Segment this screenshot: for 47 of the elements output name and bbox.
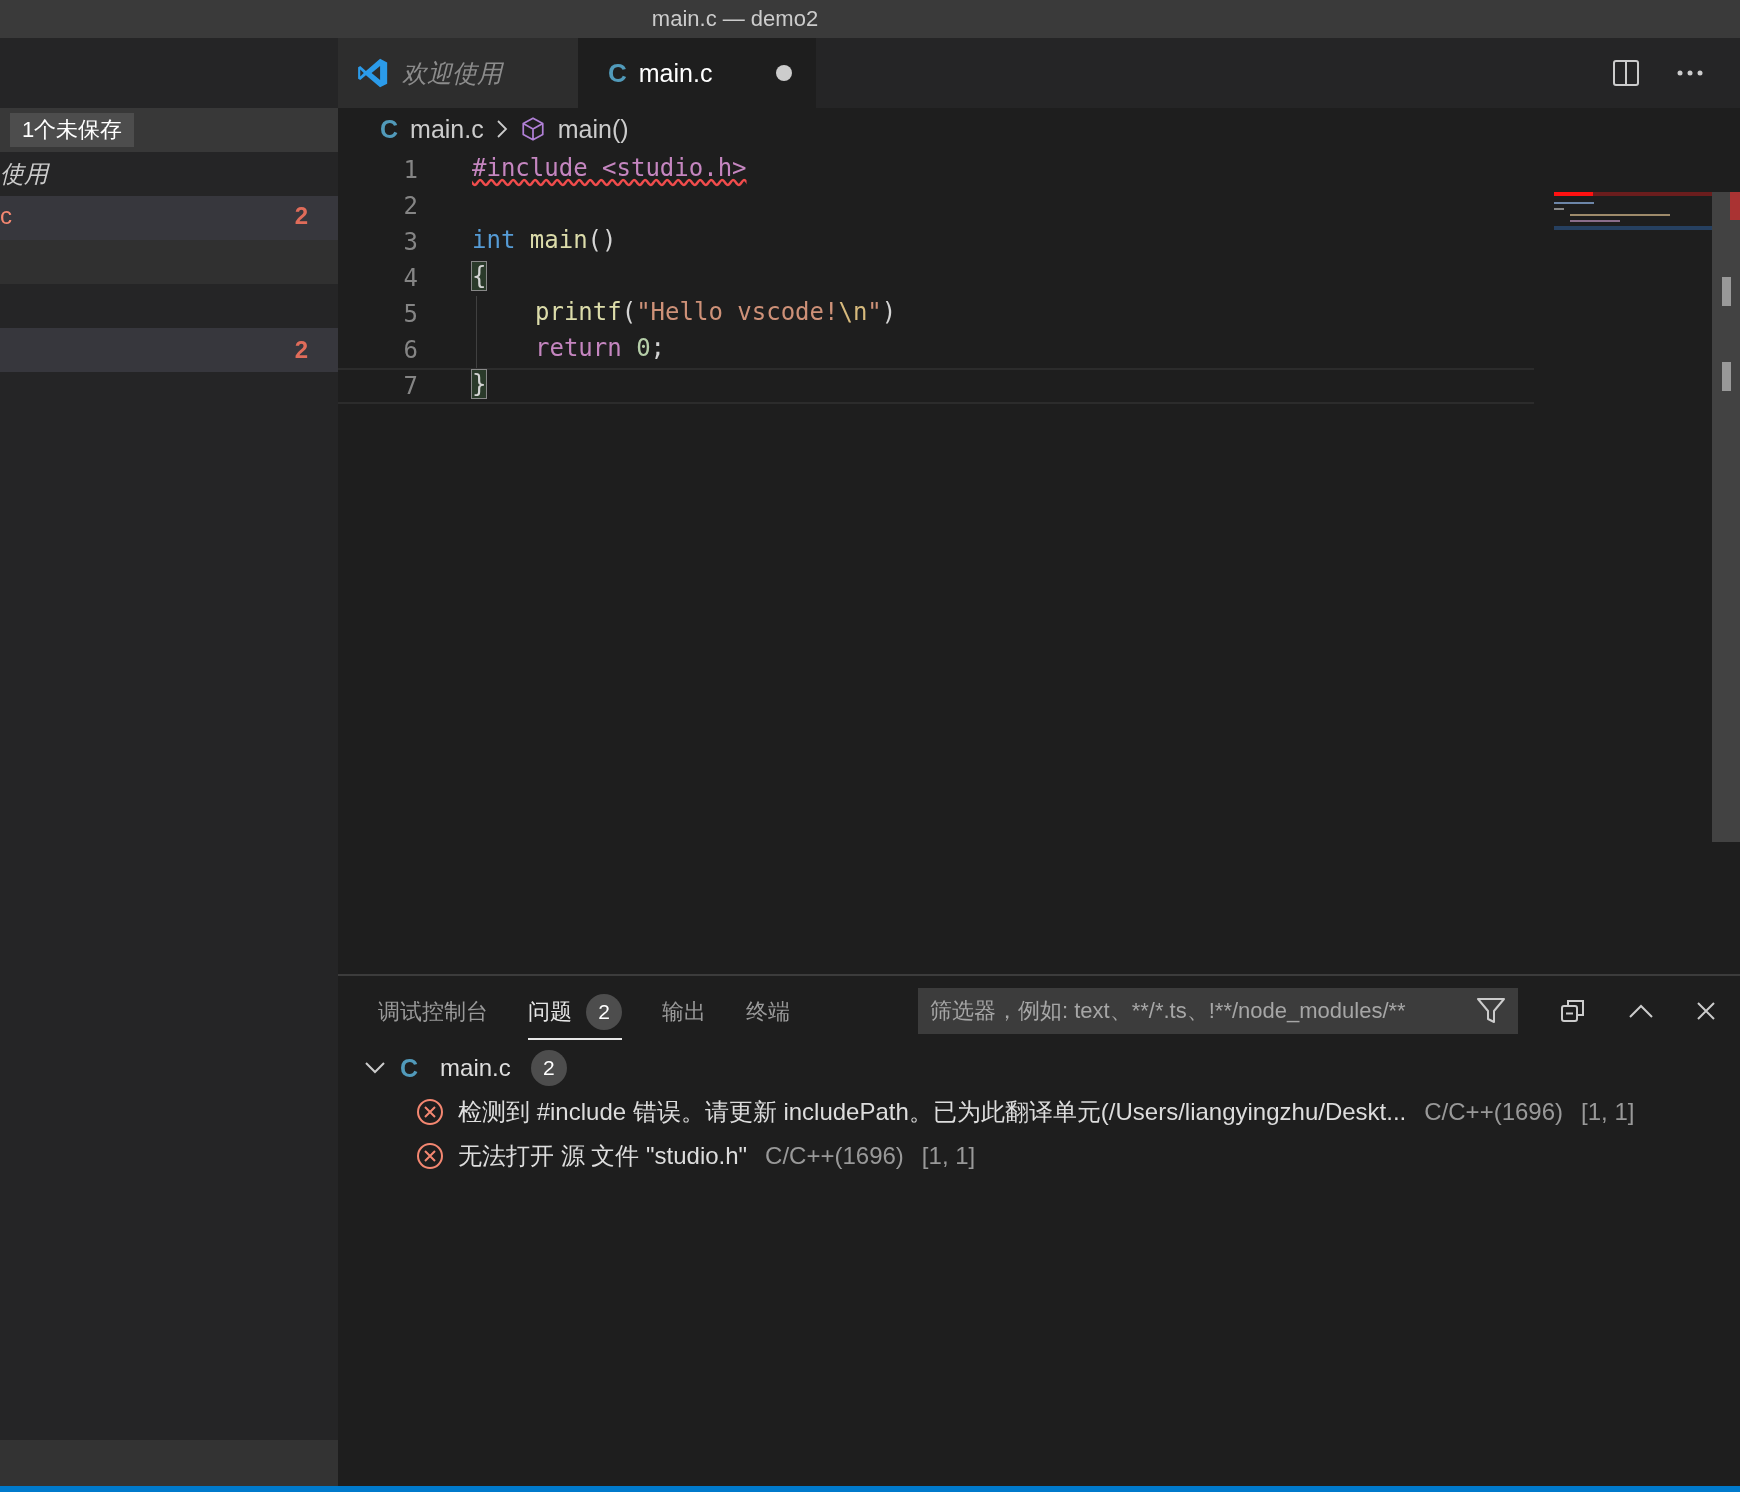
error-icon [416,1098,444,1126]
code-line: #include <studio.h> [472,153,747,184]
editor-tab[interactable]: 欢迎使用 [338,38,578,108]
breadcrumb-item[interactable]: main() [557,114,629,144]
c-file-icon: C [400,1053,419,1083]
filter-icon[interactable] [1476,997,1506,1025]
split-editor-icon[interactable] [1612,59,1640,87]
panel-tab[interactable]: 问题 2 [528,982,622,1040]
c-file-icon: C [608,57,627,89]
cube-icon [519,116,546,142]
breadcrumb-item[interactable]: main.c [410,114,484,144]
scrollbar[interactable] [1712,192,1740,842]
code-line: int main() [472,225,617,256]
problem-item[interactable]: 检测到 #include 错误。请更新 includePath。已为此翻译单元(/Users/liangyingzhu/Deskt... C/C++(1696) [1, 1] [364,1090,1740,1134]
line-number: 2 [402,192,418,220]
unsaved-badge: 1个未保存 [10,113,135,147]
chevron-right-icon [495,119,508,139]
filter-field[interactable]: 筛选器，例如: text、**/*.ts、!**/node_modules/** [918,988,1518,1034]
panel-tab[interactable]: 终端 [746,985,790,1037]
code-line: return 0; [535,333,666,364]
open-editor-item[interactable]: 使用 [0,152,338,196]
file-name: main.c [440,1054,511,1082]
line-number: 4 [402,264,418,292]
collapse-all-icon[interactable] [1560,998,1586,1024]
panel-tab[interactable]: 输出 [662,985,706,1037]
open-editor-item[interactable]: c 2 [0,196,338,284]
line-number: 6 [402,336,418,364]
line-number: 7 [402,372,418,400]
editor-tab[interactable]: C main.c [578,38,816,108]
problem-item[interactable]: 无法打开 源 文件 "studio.h" C/C++(1696) [1, 1] [364,1134,1740,1178]
sidebar-row[interactable]: 2 [0,328,338,372]
c-file-icon: C [380,114,399,144]
close-icon[interactable] [1696,1001,1716,1021]
chevron-up-icon[interactable] [1628,1003,1654,1019]
unsaved-dot-icon [776,65,792,81]
error-icon [416,1142,444,1170]
line-number: 1 [402,156,418,184]
ribbon-logo-icon [356,56,390,90]
line-number: 3 [402,228,418,256]
chevron-icon [364,1061,386,1075]
problem-file-row[interactable]: C main.c 2 [364,1046,1740,1090]
panel-tab[interactable]: 调试控制台 [378,985,488,1037]
line-number: 5 [402,300,418,328]
more-actions-icon[interactable] [1676,69,1704,77]
problem-count: 2 [530,1050,567,1086]
window-title: main.c — demo2 [651,6,819,32]
code-line: printf("Hello vscode!\n") [535,297,897,328]
